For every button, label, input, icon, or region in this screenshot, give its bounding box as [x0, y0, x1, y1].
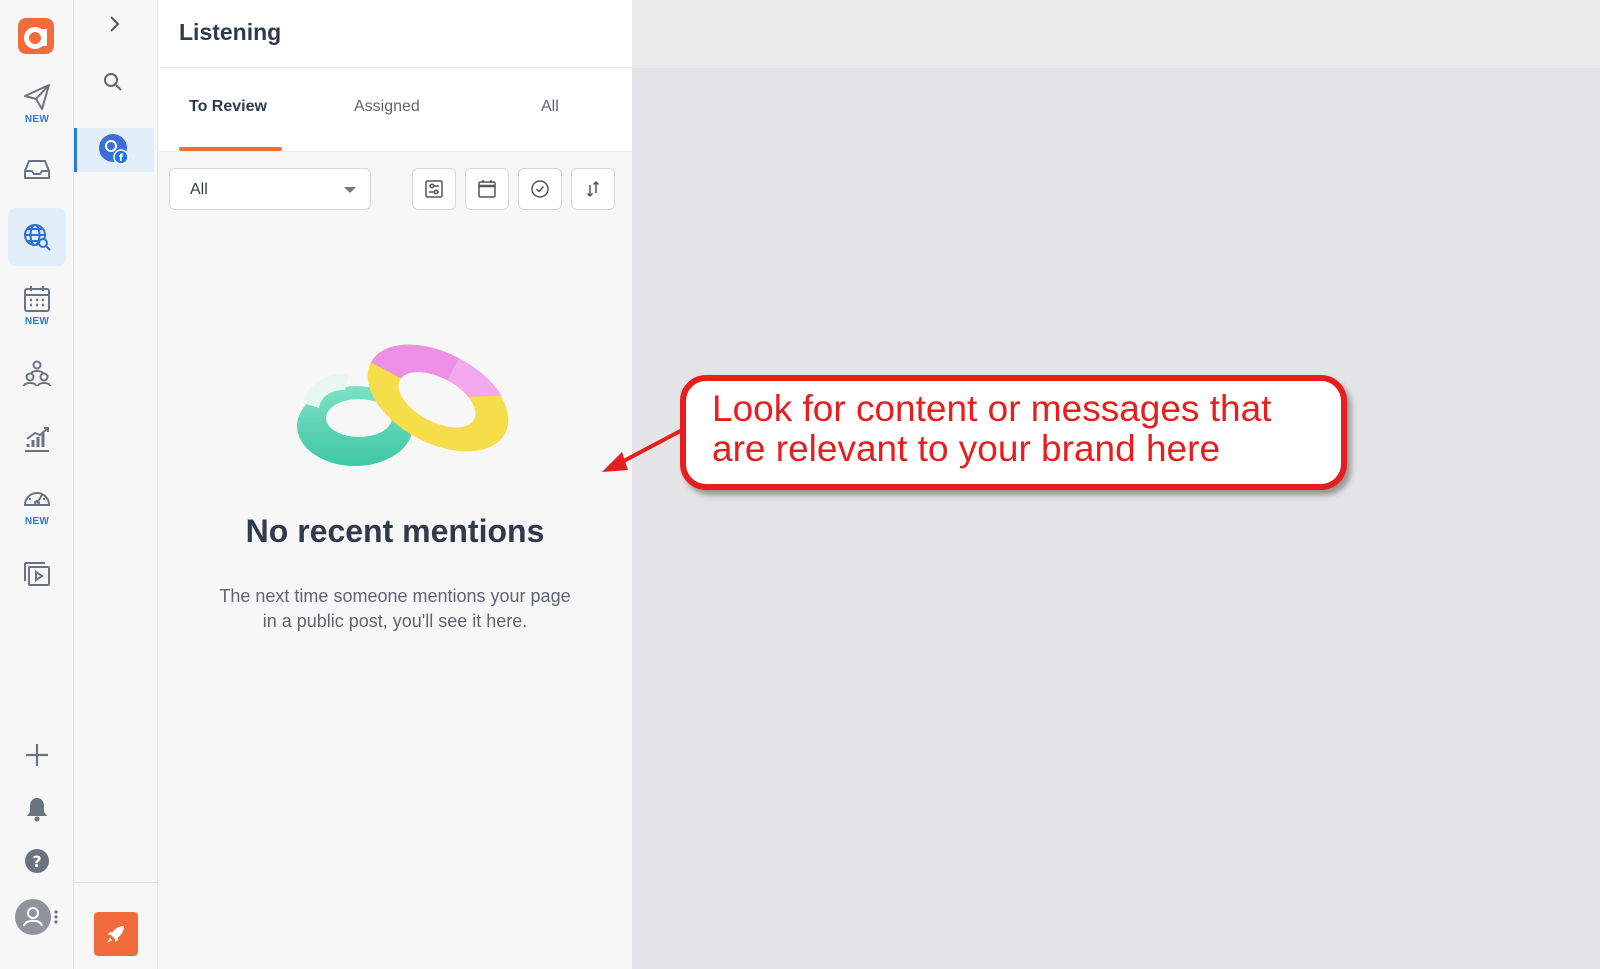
help-button[interactable]: ? [8, 832, 66, 890]
calendar-icon [478, 180, 496, 198]
avatar-icon [15, 899, 58, 935]
app-logo-icon[interactable] [18, 18, 54, 54]
plus-icon [26, 744, 48, 766]
svg-text:?: ? [32, 852, 41, 871]
annotation-text: Look for content or messages that are re… [712, 388, 1272, 469]
check-circle-icon [531, 180, 549, 198]
nav-dashboard-badge: NEW [24, 516, 50, 527]
chevron-right-icon[interactable] [102, 12, 126, 36]
svg-text:f: f [119, 153, 124, 164]
active-tab-indicator [179, 147, 282, 151]
tab-all[interactable]: All [541, 98, 559, 116]
account-subrail: f [74, 0, 158, 969]
calendar-icon [24, 286, 50, 312]
panel-header: Listening [158, 0, 632, 68]
user-menu[interactable] [8, 888, 66, 946]
detail-header-band [632, 0, 1600, 68]
sliders-icon [425, 180, 443, 198]
facebook-page-avatar-icon: f [99, 134, 129, 165]
annotation-callout: Look for content or messages that are re… [680, 375, 1347, 490]
nav-listening[interactable] [8, 208, 66, 266]
bell-icon [27, 798, 47, 822]
globe-search-icon [24, 224, 51, 251]
filter-settings-button[interactable] [412, 168, 456, 210]
empty-state-description: The next time someone mentions your page… [219, 586, 571, 631]
page-title: Listening [179, 19, 282, 45]
sort-button[interactable] [571, 168, 615, 210]
inbox-tray-icon [24, 160, 50, 179]
gauge-icon [23, 492, 51, 506]
tab-assigned[interactable]: Assigned [354, 98, 420, 116]
notifications-button[interactable] [8, 780, 66, 838]
nav-dashboard[interactable]: NEW [8, 476, 66, 534]
sort-icon [586, 180, 600, 198]
nav-media[interactable] [8, 545, 66, 603]
paper-plane-icon [24, 84, 50, 110]
add-button[interactable] [8, 726, 66, 784]
main-nav-rail: NEW NEW NEW ? [0, 0, 74, 969]
filter-selected-value: All [190, 181, 208, 198]
annotation-arrow-icon [602, 426, 687, 472]
rocket-icon [107, 926, 124, 943]
subrail-divider [74, 882, 158, 883]
nav-planner[interactable]: NEW [8, 276, 66, 334]
tab-to-review[interactable]: To Review [189, 98, 267, 116]
empty-state-rings-illustration [297, 344, 509, 466]
nav-publish-badge: NEW [24, 114, 50, 125]
video-library-icon [24, 562, 50, 586]
tab-bar: To Review Assigned All [158, 68, 632, 152]
empty-state-title: No recent mentions [245, 513, 545, 549]
nav-inbox[interactable] [8, 140, 66, 198]
date-range-button[interactable] [465, 168, 509, 210]
caret-down-icon [344, 187, 356, 193]
search-icon[interactable] [101, 70, 125, 94]
users-group-icon [23, 360, 51, 387]
nav-analytics[interactable] [8, 410, 66, 468]
mention-filter-select[interactable]: All [169, 168, 371, 210]
help-icon: ? [25, 849, 49, 873]
launch-button[interactable] [94, 912, 138, 956]
nav-planner-badge: NEW [24, 316, 50, 327]
listening-panel: Listening To Review Assigned All All No … [158, 0, 632, 969]
mark-reviewed-button[interactable] [518, 168, 562, 210]
nav-publish[interactable]: NEW [8, 74, 66, 132]
facebook-account-item[interactable]: f [74, 128, 154, 172]
nav-audience[interactable] [8, 344, 66, 402]
bar-chart-icon [25, 427, 49, 452]
